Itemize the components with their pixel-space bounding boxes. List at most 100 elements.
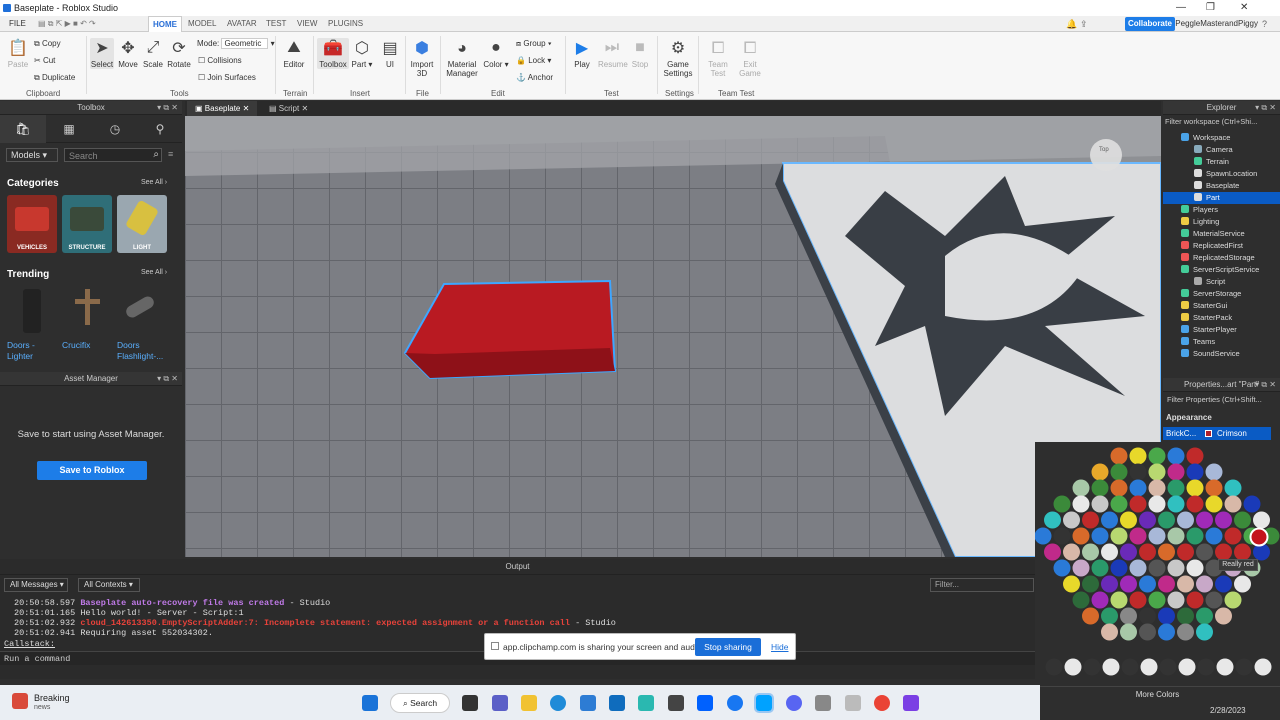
tab-view[interactable]: VIEW — [297, 19, 317, 28]
color-swatch[interactable] — [1196, 623, 1213, 641]
category-structure[interactable]: STRUCTURE — [62, 195, 112, 253]
explorer-filter-input[interactable]: Filter workspace (Ctrl+Shi... — [1165, 117, 1278, 128]
color-swatch[interactable] — [1167, 463, 1185, 481]
trending-item-doors-lighter[interactable] — [7, 287, 57, 337]
color-swatch[interactable] — [1148, 447, 1166, 465]
explorer-item[interactable]: StarterPlayer — [1163, 324, 1280, 336]
explorer-item[interactable]: ReplicatedStorage — [1163, 252, 1280, 264]
output-line[interactable]: 20:51:02.932 cloud_142613350.EmptyScript… — [14, 618, 616, 628]
color-swatch[interactable] — [1205, 479, 1223, 497]
explorer-item[interactable]: Lighting — [1163, 216, 1280, 228]
color-swatch[interactable] — [1053, 559, 1071, 577]
color-swatch[interactable] — [1139, 543, 1156, 561]
grey-swatch[interactable] — [1045, 658, 1063, 676]
explorer-item[interactable]: SoundService — [1163, 348, 1280, 360]
panel-controls[interactable]: ▾ ⧉ ✕ — [157, 372, 178, 386]
all-messages-dropdown[interactable]: All Messages ▾ — [4, 578, 68, 592]
color-swatch[interactable] — [1158, 607, 1175, 625]
color-swatch[interactable] — [1253, 511, 1270, 529]
trending-see-all-link[interactable]: See All › — [141, 269, 167, 276]
color-swatch[interactable] — [1072, 479, 1090, 497]
color-swatch[interactable] — [1082, 607, 1099, 625]
color-swatch[interactable] — [1120, 623, 1137, 641]
tab-plugins[interactable]: PLUGINS — [328, 19, 363, 28]
categories-see-all-link[interactable]: See All › — [141, 179, 167, 186]
color-swatch[interactable] — [1196, 511, 1213, 529]
collisions-toggle[interactable]: ☐ Collisions — [198, 56, 242, 65]
color-swatch[interactable] — [1186, 559, 1204, 577]
select-tool-button[interactable]: ➤ Select — [90, 38, 114, 69]
color-swatch[interactable] — [1082, 575, 1099, 593]
properties-filter-input[interactable]: Filter Properties (Ctrl+Shift... — [1167, 395, 1262, 404]
username[interactable]: PeggleMasterandPiggy — [1175, 19, 1258, 28]
explorer-item[interactable]: StarterGui — [1163, 300, 1280, 312]
explorer-item[interactable]: ReplicatedFirst — [1163, 240, 1280, 252]
output-line[interactable]: 20:51:02.941 Requiring asset 552034302. — [14, 628, 213, 638]
outlook-icon[interactable] — [609, 695, 625, 711]
color-swatch[interactable] — [1110, 591, 1128, 609]
color-swatch[interactable] — [1139, 607, 1156, 625]
color-swatch[interactable] — [1129, 591, 1147, 609]
color-swatch[interactable] — [1177, 623, 1194, 641]
grey-swatch[interactable] — [1064, 658, 1082, 676]
material-manager-button[interactable]: ◕ Material Manager — [445, 38, 479, 78]
color-swatch[interactable] — [1177, 575, 1194, 593]
grey-swatch[interactable] — [1216, 658, 1234, 676]
task-view-icon[interactable] — [462, 695, 478, 711]
color-swatch[interactable] — [1224, 591, 1242, 609]
color-swatch[interactable] — [1234, 511, 1251, 529]
inventory-tab-icon[interactable]: ▦ — [46, 115, 92, 143]
color-swatch[interactable] — [1205, 527, 1223, 545]
color-swatch[interactable] — [1072, 591, 1090, 609]
color-swatch[interactable] — [1091, 591, 1109, 609]
category-light[interactable]: LIGHT — [117, 195, 167, 253]
terrain-editor-button[interactable]: ⛰ Editor — [280, 38, 308, 69]
color-swatch[interactable] — [1129, 495, 1147, 513]
explorer-item[interactable]: Camera — [1163, 144, 1280, 156]
color-swatch[interactable] — [1148, 591, 1166, 609]
color-swatch[interactable] — [1215, 543, 1232, 561]
color-swatch[interactable] — [1139, 623, 1156, 641]
color-swatch[interactable] — [1129, 527, 1147, 545]
panel-controls[interactable]: ▾ ⧉ ✕ — [157, 101, 178, 115]
anchor-button[interactable]: ⚓ Anchor — [516, 73, 553, 82]
color-swatch[interactable] — [1110, 463, 1128, 481]
grey-swatch[interactable] — [1235, 658, 1253, 676]
color-swatch[interactable] — [1063, 511, 1080, 529]
resume-button[interactable]: ⏭ Resume — [598, 38, 628, 69]
grey-swatch[interactable] — [1197, 658, 1215, 676]
explorer-item[interactable]: Teams — [1163, 336, 1280, 348]
panel-controls[interactable]: ▾ ⧉ ✕ — [1255, 378, 1276, 392]
tab-script[interactable]: ▤ Script ✕ — [261, 101, 316, 116]
cut-button[interactable]: ✂ Cut — [34, 56, 55, 65]
trending-item-crucifix[interactable] — [62, 287, 112, 337]
color-swatch[interactable] — [1186, 463, 1204, 481]
news-widget-icon[interactable] — [12, 693, 28, 709]
trending-label-1[interactable]: Crucifix — [62, 340, 112, 350]
color-swatch[interactable] — [1129, 479, 1147, 497]
color-swatch[interactable] — [1186, 479, 1204, 497]
color-swatch[interactable] — [1167, 479, 1185, 497]
color-swatch[interactable] — [1082, 543, 1099, 561]
color-swatch[interactable] — [1186, 591, 1204, 609]
save-to-roblox-button[interactable]: Save to Roblox — [37, 461, 147, 480]
chrome-icon[interactable] — [874, 695, 890, 711]
color-swatch[interactable] — [1186, 447, 1204, 465]
marketplace-tab-icon[interactable]: 🛍 — [0, 115, 46, 143]
maximize-button[interactable]: ❐ — [1206, 2, 1215, 13]
explorer-item[interactable]: Baseplate — [1163, 180, 1280, 192]
output-filter-input[interactable]: Filter... — [930, 578, 1034, 592]
notification-icon[interactable]: 🔔 — [1066, 19, 1077, 30]
color-swatch[interactable] — [1196, 575, 1213, 593]
grey-swatch[interactable] — [1140, 658, 1158, 676]
tab-baseplate[interactable]: ▣ Baseplate ✕ — [187, 101, 258, 116]
trending-label-0[interactable]: Doors - Lighter — [7, 340, 57, 362]
search-icon[interactable]: ⌕ — [153, 149, 159, 160]
color-swatch[interactable] — [1091, 479, 1109, 497]
copy-button[interactable]: ⧉ Copy — [34, 39, 61, 49]
mode-dropdown[interactable]: Mode: Geometric ▾ — [197, 38, 275, 49]
color-swatch[interactable] — [1215, 511, 1232, 529]
grey-swatch[interactable] — [1178, 658, 1196, 676]
color-swatch[interactable] — [1053, 495, 1071, 513]
windows-start-icon[interactable] — [362, 695, 378, 711]
